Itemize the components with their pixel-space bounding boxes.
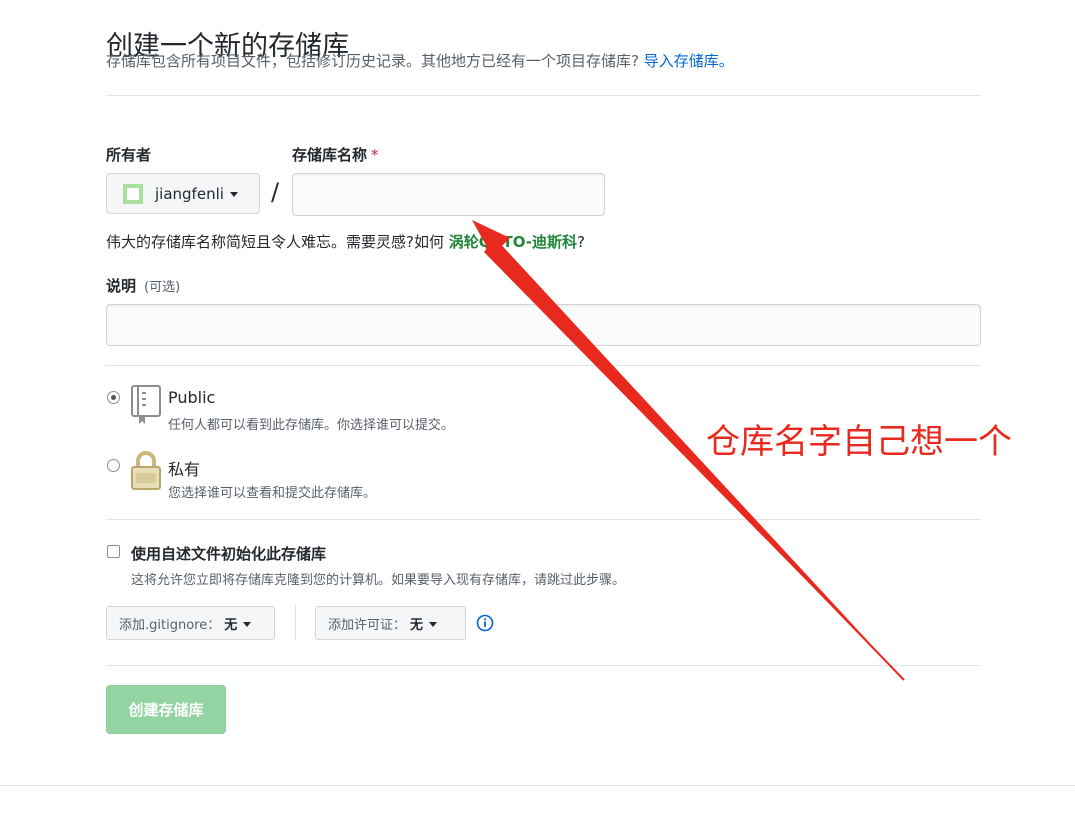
annotation-text: 仓库名字自己想一个 xyxy=(706,422,1012,462)
red-arrow xyxy=(472,220,905,681)
